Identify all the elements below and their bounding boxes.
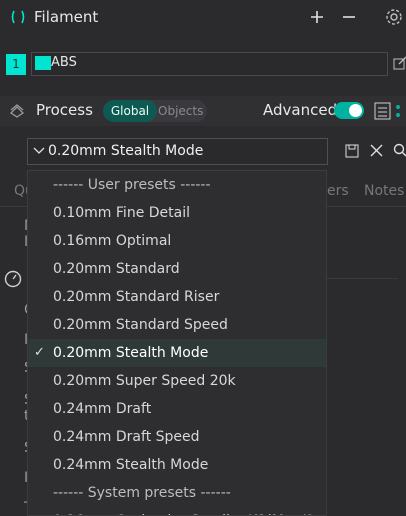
tab-others-fragment[interactable]: ers	[327, 183, 349, 199]
preset-option[interactable]: 0.20mm Standard Riser	[28, 283, 326, 311]
speed-icon	[4, 270, 22, 288]
filament-color-swatch[interactable]	[35, 56, 51, 70]
preset-option[interactable]: 0.16mm Optimal @Creality K1(Max/0	[28, 507, 326, 515]
filament-icon	[10, 9, 26, 25]
preset-option[interactable]: 0.16mm Optimal	[28, 227, 326, 255]
filament-name: ABS	[51, 55, 77, 70]
filament-index-badge: 1	[6, 54, 26, 75]
filament-select[interactable]	[31, 52, 388, 76]
minus-icon[interactable]	[341, 9, 357, 25]
preset-option-label: 0.20mm Stealth Mode	[53, 345, 209, 361]
compare-icon[interactable]	[374, 102, 406, 120]
search-icon[interactable]	[393, 143, 406, 157]
preset-option-selected[interactable]: ✓ 0.20mm Stealth Mode	[28, 339, 326, 367]
filament-title: Filament	[34, 8, 99, 26]
check-icon: ✓	[34, 345, 45, 360]
tab-objects[interactable]: Objects	[158, 100, 203, 122]
preset-option[interactable]: 0.24mm Draft Speed	[28, 423, 326, 451]
preset-option[interactable]: 0.20mm Standard	[28, 255, 326, 283]
preset-option[interactable]: 0.20mm Standard Speed	[28, 311, 326, 339]
process-title: Process	[36, 101, 93, 119]
process-icon	[9, 103, 25, 119]
preset-option[interactable]: 0.10mm Fine Detail	[28, 199, 326, 227]
preset-option[interactable]: 0.20mm Super Speed 20k	[28, 367, 326, 395]
preset-separator-user: ------ User presets ------	[53, 177, 211, 193]
edit-icon[interactable]	[393, 56, 406, 70]
process-preset-value: 0.20mm Stealth Mode	[48, 143, 204, 159]
tab-global[interactable]: Global	[103, 100, 157, 122]
tab-notes[interactable]: Notes	[364, 183, 404, 199]
advanced-toggle-knob	[349, 104, 362, 117]
save-icon[interactable]	[345, 144, 359, 158]
settings-icon[interactable]	[385, 8, 403, 26]
preset-dropdown: ------ User presets ------ 0.10mm Fine D…	[27, 170, 327, 516]
advanced-label: Advanced	[263, 101, 338, 119]
preset-option[interactable]: 0.24mm Stealth Mode	[28, 451, 326, 479]
preset-option[interactable]: 0.24mm Draft	[28, 395, 326, 423]
chevron-down-icon	[33, 146, 45, 156]
preset-separator-system: ------ System presets ------	[53, 485, 231, 501]
close-icon[interactable]	[370, 144, 383, 157]
add-icon[interactable]	[309, 9, 325, 25]
